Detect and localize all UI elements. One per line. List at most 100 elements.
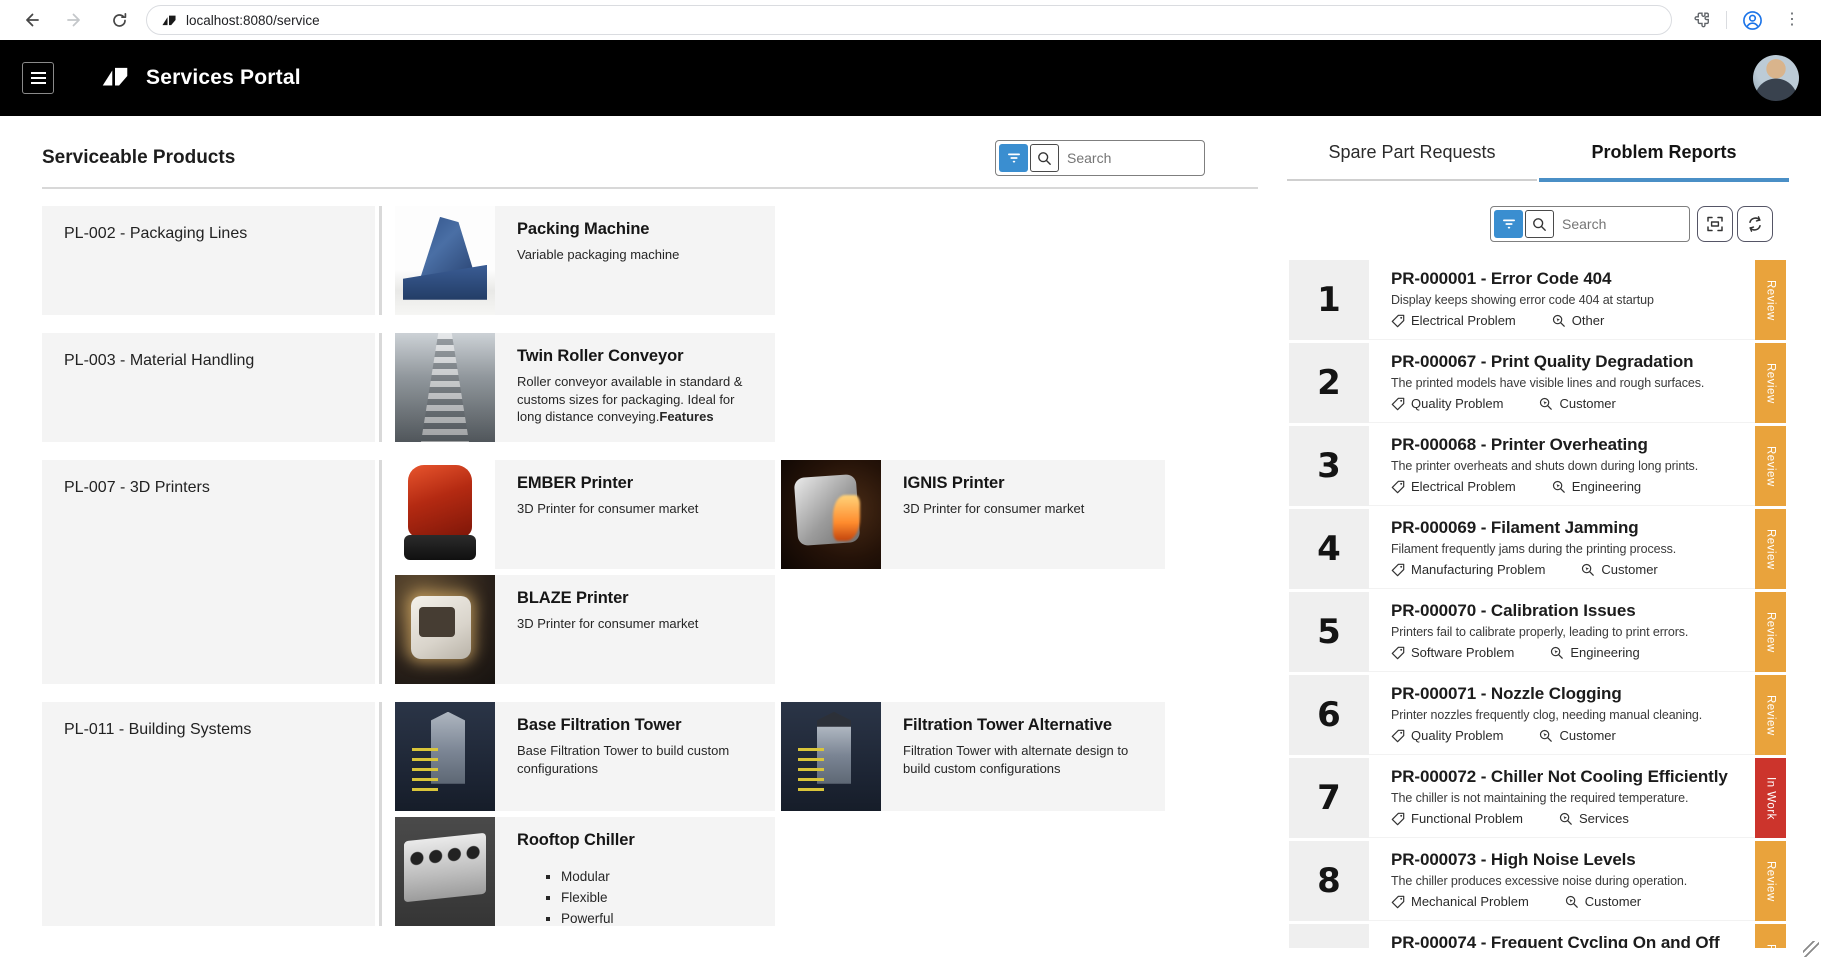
detection-icon xyxy=(1565,895,1579,909)
app-logo-icon xyxy=(100,63,130,94)
problem-report-row[interactable]: 6 PR-000071 - Nozzle Clogging Printer no… xyxy=(1289,675,1786,755)
product-line-card[interactable]: PL-007 - 3D Printers xyxy=(42,460,375,684)
status-badge: In Work xyxy=(1755,758,1786,838)
reported-by-tag: Customer xyxy=(1539,396,1615,411)
reload-icon[interactable] xyxy=(104,5,134,35)
expand-button[interactable] xyxy=(1697,206,1733,242)
resize-grip[interactable] xyxy=(1803,941,1819,957)
reported-by-tag: Other xyxy=(1552,313,1605,328)
status-badge: Review xyxy=(1755,426,1786,506)
problem-report-list: 1 PR-000001 - Error Code 404 Display kee… xyxy=(1289,260,1786,948)
reports-search xyxy=(1490,206,1690,242)
report-content: PR-000068 - Printer Overheating The prin… xyxy=(1369,426,1755,506)
report-content: PR-000072 - Chiller Not Cooling Efficien… xyxy=(1369,758,1755,838)
product-description: 3D Printer for consumer market xyxy=(517,500,757,518)
row-number: 6 xyxy=(1289,675,1369,755)
section-divider xyxy=(379,206,382,315)
product-feature-list: ModularFlexiblePowerful xyxy=(561,866,757,926)
product-item[interactable]: IGNIS Printer 3D Printer for consumer ma… xyxy=(781,460,1165,569)
product-item[interactable]: Packing Machine Variable packaging machi… xyxy=(395,206,775,315)
problem-type-tag: Manufacturing Problem xyxy=(1391,562,1545,577)
product-item[interactable]: Filtration Tower Alternative Filtration … xyxy=(781,702,1165,811)
problem-report-row[interactable]: 9 PR-000074 - Frequent Cycling On and Of… xyxy=(1289,924,1786,948)
report-tags: Software Problem Engineering xyxy=(1391,645,1751,660)
product-image xyxy=(395,575,495,684)
product-line-section: PL-003 - Material Handling Twin Roller C… xyxy=(42,333,1205,442)
status-badge: Review xyxy=(1755,509,1786,589)
url-text: localhost:8080/service xyxy=(186,13,320,28)
report-description: Display keeps showing error code 404 at … xyxy=(1391,293,1751,307)
tab-spare-part-requests[interactable]: Spare Part Requests xyxy=(1287,142,1537,181)
detection-icon xyxy=(1539,397,1553,411)
report-tags: Quality Problem Customer xyxy=(1391,728,1751,743)
product-image xyxy=(395,460,495,569)
row-number: 2 xyxy=(1289,343,1369,423)
product-line-section: PL-002 - Packaging Lines Packing Machine… xyxy=(42,206,1205,315)
user-avatar[interactable] xyxy=(1753,55,1799,101)
product-card: BLAZE Printer 3D Printer for consumer ma… xyxy=(495,575,775,684)
tag-icon xyxy=(1391,397,1405,411)
problem-type-tag: Quality Problem xyxy=(1391,396,1503,411)
product-title: Packing Machine xyxy=(517,220,757,239)
extensions-icon[interactable] xyxy=(1686,5,1716,35)
product-line-label: PL-007 - 3D Printers xyxy=(64,479,210,496)
product-item[interactable]: BLAZE Printer 3D Printer for consumer ma… xyxy=(395,575,775,684)
status-badge: Review xyxy=(1755,841,1786,921)
row-number: 1 xyxy=(1289,260,1369,340)
product-line-section: PL-011 - Building Systems Base Filtratio… xyxy=(42,702,1205,926)
browser-chrome: localhost:8080/service ⋮ xyxy=(0,0,1821,40)
problem-report-row[interactable]: 7 PR-000072 - Chiller Not Cooling Effici… xyxy=(1289,758,1786,838)
problem-report-row[interactable]: 2 PR-000067 - Print Quality Degradation … xyxy=(1289,343,1786,423)
tag-icon xyxy=(1391,480,1405,494)
refresh-button[interactable] xyxy=(1737,206,1773,242)
filter-button[interactable] xyxy=(999,144,1028,172)
problem-type-tag: Electrical Problem xyxy=(1391,313,1516,328)
browser-menu-icon[interactable]: ⋮ xyxy=(1777,5,1807,35)
product-item[interactable]: EMBER Printer 3D Printer for consumer ma… xyxy=(395,460,775,569)
product-image xyxy=(781,702,881,811)
filter-button[interactable] xyxy=(1494,210,1523,238)
tab-problem-reports[interactable]: Problem Reports xyxy=(1539,142,1789,181)
back-icon[interactable] xyxy=(16,5,46,35)
product-item[interactable]: Twin Roller Conveyor Roller conveyor ava… xyxy=(395,333,775,442)
tag-icon xyxy=(1391,314,1405,328)
product-feature: Powerful xyxy=(561,908,757,926)
site-favicon-icon xyxy=(161,12,177,28)
report-content: PR-000073 - High Noise Levels The chille… xyxy=(1369,841,1755,921)
url-bar[interactable]: localhost:8080/service xyxy=(146,5,1672,35)
search-icon[interactable] xyxy=(1525,210,1554,238)
screen: localhost:8080/service ⋮ Services Portal… xyxy=(0,0,1821,959)
product-item[interactable]: Base Filtration Tower Base Filtration To… xyxy=(395,702,775,811)
profile-icon[interactable] xyxy=(1737,5,1767,35)
reports-search-input[interactable] xyxy=(1554,216,1686,232)
products-search-input[interactable] xyxy=(1059,150,1201,166)
search-icon[interactable] xyxy=(1030,144,1059,172)
detection-icon xyxy=(1552,480,1566,494)
problem-report-row[interactable]: 8 PR-000073 - High Noise Levels The chil… xyxy=(1289,841,1786,921)
problem-report-row[interactable]: 3 PR-000068 - Printer Overheating The pr… xyxy=(1289,426,1786,506)
report-tags: Electrical Problem Engineering xyxy=(1391,479,1751,494)
report-tags: Electrical Problem Other xyxy=(1391,313,1751,328)
status-badge: Review xyxy=(1755,592,1786,672)
product-line-card[interactable]: PL-002 - Packaging Lines xyxy=(42,206,375,315)
report-tags: Quality Problem Customer xyxy=(1391,396,1751,411)
menu-button[interactable] xyxy=(22,62,54,94)
section-divider xyxy=(379,333,382,442)
app-title: Services Portal xyxy=(146,66,301,90)
product-title: EMBER Printer xyxy=(517,474,757,493)
problem-report-row[interactable]: 1 PR-000001 - Error Code 404 Display kee… xyxy=(1289,260,1786,340)
reported-by-tag: Customer xyxy=(1565,894,1641,909)
detection-icon xyxy=(1581,563,1595,577)
product-line-card[interactable]: PL-003 - Material Handling xyxy=(42,333,375,442)
problem-report-row[interactable]: 5 PR-000070 - Calibration Issues Printer… xyxy=(1289,592,1786,672)
product-title: Rooftop Chiller xyxy=(517,831,757,850)
product-line-card[interactable]: PL-011 - Building Systems xyxy=(42,702,375,926)
forward-icon[interactable] xyxy=(60,5,90,35)
row-number: 9 xyxy=(1289,924,1369,948)
report-title: PR-000001 - Error Code 404 xyxy=(1391,269,1751,289)
report-content: PR-000071 - Nozzle Clogging Printer nozz… xyxy=(1369,675,1755,755)
status-badge: Review xyxy=(1755,343,1786,423)
problem-report-row[interactable]: 4 PR-000069 - Filament Jamming Filament … xyxy=(1289,509,1786,589)
product-item[interactable]: Rooftop Chiller ModularFlexiblePowerful xyxy=(395,817,775,926)
row-number: 4 xyxy=(1289,509,1369,589)
